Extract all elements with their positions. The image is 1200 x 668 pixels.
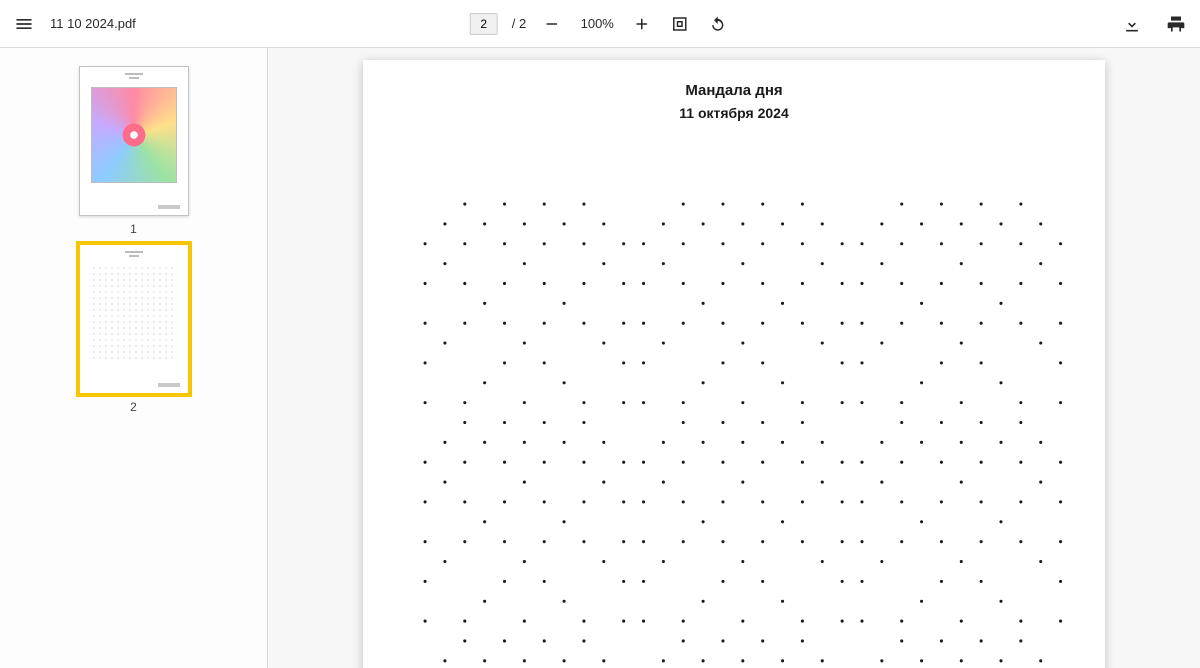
pdf-page: Мандала дня 11 октября 2024 <box>363 60 1105 668</box>
mandala-dot-pattern <box>403 193 1065 668</box>
thumb-footer-icon <box>158 205 180 209</box>
page-number-input[interactable] <box>470 13 498 35</box>
rotate-button[interactable] <box>706 12 730 36</box>
toolbar-left: 11 10 2024.pdf <box>12 12 136 36</box>
thumbnail-1[interactable] <box>79 66 189 216</box>
thumbnail-1-label: 1 <box>130 222 137 236</box>
thumb-mini-sub-icon <box>129 77 139 79</box>
thumbnail-2[interactable] <box>79 244 189 394</box>
print-button[interactable] <box>1164 12 1188 36</box>
thumb-mini-title-icon <box>125 251 143 253</box>
main-area: 1 2 Мандала дня 11 октября 2024 <box>0 48 1200 668</box>
toolbar-center: / 2 100% <box>470 12 730 36</box>
pdf-toolbar: 11 10 2024.pdf / 2 100% <box>0 0 1200 48</box>
page-total: / 2 <box>512 16 526 31</box>
zoom-out-button[interactable] <box>540 12 564 36</box>
zoom-in-button[interactable] <box>630 12 654 36</box>
thumb-mini-title-icon <box>125 73 143 75</box>
filename: 11 10 2024.pdf <box>50 16 136 31</box>
thumbnail-2-wrap: 2 <box>79 244 189 414</box>
menu-icon[interactable] <box>12 12 36 36</box>
content-pane[interactable]: Мандала дня 11 октября 2024 <box>268 48 1200 668</box>
thumbnail-2-label: 2 <box>130 400 137 414</box>
thumbnail-1-wrap: 1 <box>79 66 189 236</box>
page-total-value: 2 <box>519 16 526 31</box>
page-title: Мандала дня <box>403 82 1065 99</box>
page-subtitle: 11 октября 2024 <box>403 105 1065 121</box>
download-button[interactable] <box>1120 12 1144 36</box>
toolbar-right <box>1120 12 1188 36</box>
thumb-mini-sub-icon <box>129 255 139 257</box>
thumb-1-art <box>91 87 177 183</box>
thumb-2-art <box>91 265 177 361</box>
fit-page-button[interactable] <box>668 12 692 36</box>
thumb-footer-icon <box>158 383 180 387</box>
thumbnail-sidebar[interactable]: 1 2 <box>0 48 268 668</box>
zoom-level: 100% <box>578 16 616 31</box>
